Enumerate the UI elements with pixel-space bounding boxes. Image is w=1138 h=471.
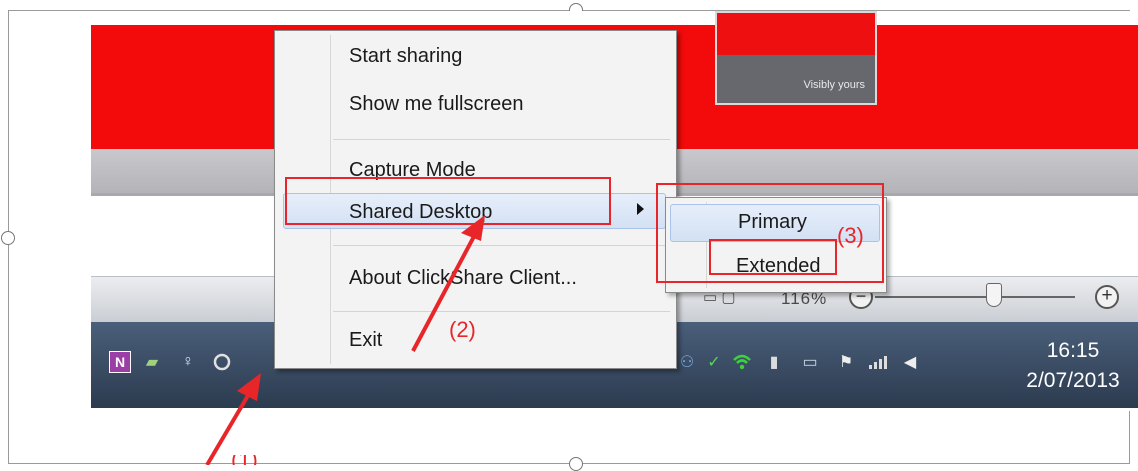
annotation-step-3: (3)	[837, 223, 864, 248]
annotation-step-2: (2)	[449, 317, 476, 342]
menu-item-start-sharing[interactable]: Start sharing	[349, 45, 462, 68]
annotation-step-1: (1)	[231, 455, 258, 465]
menu-separator	[333, 311, 670, 312]
tray-check-icon[interactable]: ✓	[703, 351, 725, 373]
menu-separator	[333, 139, 670, 140]
power-icon[interactable]: ▮	[763, 351, 785, 373]
zoom-in-button[interactable]: +	[1095, 285, 1119, 309]
clock[interactable]: 16:15 2/07/2013	[1013, 336, 1133, 396]
clock-date: 2/07/2013	[1026, 369, 1120, 392]
volume-muted-icon[interactable]: ◀	[899, 351, 921, 373]
menu-item-exit[interactable]: Exit	[349, 329, 382, 352]
flag-icon[interactable]: ⚑	[835, 351, 857, 373]
zoom-slider-track[interactable]	[875, 296, 1075, 298]
logo-tagline: Visibly yours	[803, 79, 865, 91]
clock-time: 16:15	[1046, 339, 1100, 362]
monitor-icon[interactable]: ▭	[799, 351, 821, 373]
logo-box: Visibly yours	[715, 11, 877, 105]
menu-item-about[interactable]: About ClickShare Client...	[349, 267, 577, 290]
bulb-icon[interactable]: ♀	[177, 351, 199, 373]
tray-icon-b[interactable]: ⚇	[676, 351, 698, 373]
submenu-arrow-icon	[637, 203, 644, 215]
wifi-icon[interactable]	[731, 351, 753, 373]
menu-item-show-fullscreen[interactable]: Show me fullscreen	[349, 93, 524, 116]
annotation-box-shared-desktop	[285, 177, 611, 225]
resize-handle-bottom[interactable]	[569, 457, 583, 471]
network-printer-icon[interactable]: ▰	[141, 351, 163, 373]
resize-handle-left[interactable]	[1, 231, 15, 245]
menu-separator	[333, 245, 670, 246]
onenote-icon[interactable]: N	[109, 351, 131, 373]
clickshare-tray-icon[interactable]	[211, 351, 233, 373]
logo-box-red	[717, 13, 875, 55]
screenshot-frame: Visibly yours ▭ ▢ 116% − + N ▰ ♀ ◇ ⚇ ✓ ▮…	[1, 3, 1138, 471]
signal-icon[interactable]	[867, 351, 889, 373]
zoom-slider-thumb[interactable]	[986, 283, 1002, 307]
annotation-box-extended	[709, 239, 837, 275]
